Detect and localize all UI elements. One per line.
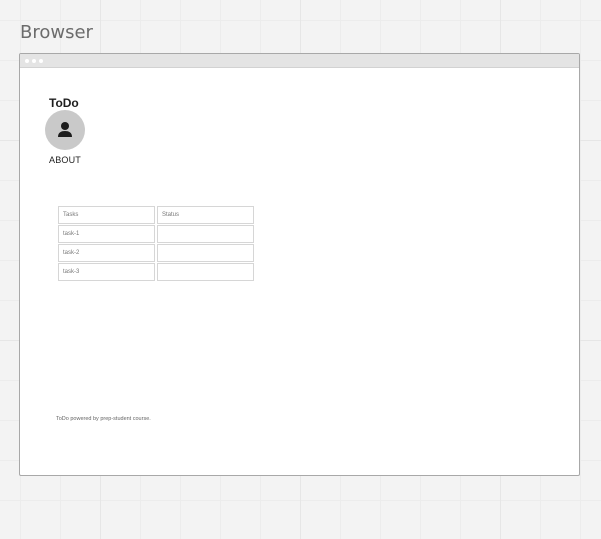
user-icon	[58, 122, 72, 137]
column-header-status: Status	[157, 206, 254, 224]
table-row[interactable]: task-1	[58, 225, 254, 243]
status-cell[interactable]	[157, 244, 254, 262]
table-header-row: Tasks Status	[58, 206, 254, 224]
task-cell[interactable]: task-2	[58, 244, 155, 262]
browser-window: ToDo ABOUT Tasks Status task-1 task-2 ta…	[19, 53, 580, 476]
window-dot	[25, 58, 29, 63]
table-row[interactable]: task-3	[58, 263, 254, 281]
table-row[interactable]: task-2	[58, 244, 254, 262]
page-title: ToDo	[49, 96, 79, 110]
tasks-table: Tasks Status task-1 task-2 task-3	[56, 205, 256, 282]
task-cell[interactable]: task-3	[58, 263, 155, 281]
status-cell[interactable]	[157, 263, 254, 281]
canvas-label: Browser	[20, 22, 93, 43]
avatar[interactable]	[45, 110, 85, 150]
status-cell[interactable]	[157, 225, 254, 243]
window-dot	[39, 58, 43, 63]
column-header-tasks: Tasks	[58, 206, 155, 224]
page-content: ToDo ABOUT Tasks Status task-1 task-2 ta…	[20, 68, 579, 475]
window-dot	[32, 58, 36, 63]
footer-text: ToDo powered by prep-student course.	[56, 416, 151, 422]
nav-about-link[interactable]: ABOUT	[49, 155, 81, 165]
task-cell[interactable]: task-1	[58, 225, 155, 243]
browser-title-bar	[20, 54, 579, 68]
